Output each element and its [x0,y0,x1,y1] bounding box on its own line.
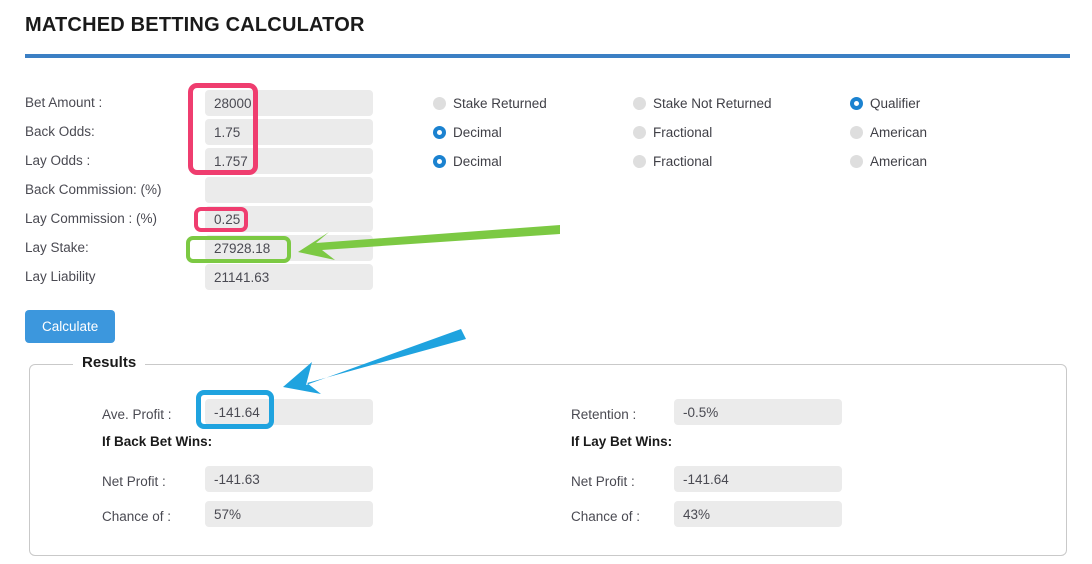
radio-label: American [870,153,928,169]
results-row-lay-net-profit: Net Profit : [571,466,971,501]
results-row-retention: Retention : [571,399,971,434]
label-lay-net-profit: Net Profit : [571,474,635,489]
radio-lay-american[interactable]: American [850,148,927,174]
radio-circle-selected-icon [433,125,446,139]
radio-stake-returned[interactable]: Stake Returned [433,90,547,116]
calculate-button[interactable]: Calculate [25,310,116,343]
back-chance-of-input[interactable] [205,501,373,527]
results-row-ave-profit: Ave. Profit : [102,399,502,434]
radio-label: Stake Returned [453,95,547,111]
form-row-lay-stake: Lay Stake: [25,235,375,264]
matched-betting-calculator-page: MATCHED BETTING CALCULATOR Bet Amount : … [0,0,1092,564]
label-back-chance-of: Chance of : [102,509,172,524]
radio-lay-fractional[interactable]: Fractional [633,148,712,174]
back-odds-input[interactable] [205,119,373,145]
radio-label: Qualifier [870,95,921,111]
retention-input[interactable] [674,399,842,425]
radio-circle-selected-icon [433,154,446,168]
radio-circle-selected-icon [850,96,863,110]
radio-back-fractional[interactable]: Fractional [633,119,712,145]
radio-label: Fractional [653,124,713,140]
label-lay-chance-of: Chance of : [571,509,641,524]
label-retention: Retention : [571,407,637,422]
radio-circle-icon [633,154,646,168]
radio-circle-icon [633,96,646,110]
radio-back-american[interactable]: American [850,119,927,145]
label-back-odds: Back Odds: [25,124,95,139]
form-row-lay-liability: Lay Liability [25,264,375,293]
bet-amount-input[interactable] [205,90,373,116]
radio-lay-decimal[interactable]: Decimal [433,148,502,174]
back-commission-input[interactable] [205,177,373,203]
lay-chance-of-input[interactable] [674,501,842,527]
lay-liability-input[interactable] [205,264,373,290]
form-row-lay-odds: Lay Odds : [25,148,375,177]
lay-net-profit-input[interactable] [674,466,842,492]
label-lay-odds: Lay Odds : [25,153,91,168]
label-bet-amount: Bet Amount : [25,95,103,110]
results-row-back-net-profit: Net Profit : [102,466,502,501]
radio-label: American [870,124,928,140]
radio-qualifier[interactable]: Qualifier [850,90,920,116]
option-row-back-odds-format: Decimal Fractional American [415,119,935,148]
results-column-back: Ave. Profit : If Back Bet Wins: Net Prof… [102,399,502,536]
results-column-lay: Retention : If Lay Bet Wins: Net Profit … [571,399,971,536]
radio-label: Decimal [453,153,502,169]
lay-commission-input[interactable] [205,206,373,232]
results-subhead-row-back: If Back Bet Wins: [102,434,502,466]
option-row-bet-type: Stake Returned Stake Not Returned Qualif… [415,90,935,119]
back-net-profit-input[interactable] [205,466,373,492]
input-form: Bet Amount : Back Odds: Lay Odds : Back … [25,90,375,293]
title-underline-rule [25,54,1070,58]
page-title: MATCHED BETTING CALCULATOR [25,14,365,36]
results-panel: Results Ave. Profit : If Back Bet Wins: … [29,354,1067,556]
subhead-if-lay-bet-wins: If Lay Bet Wins: [571,434,673,449]
options-grid: Stake Returned Stake Not Returned Qualif… [415,90,935,177]
label-lay-liability: Lay Liability [25,269,96,284]
results-legend: Results [73,354,146,371]
radio-circle-icon [433,96,446,110]
radio-circle-icon [850,125,863,139]
results-subhead-row-lay: If Lay Bet Wins: [571,434,971,466]
form-row-bet-amount: Bet Amount : [25,90,375,119]
option-row-lay-odds-format: Decimal Fractional American [415,148,935,177]
label-back-commission: Back Commission: (%) [25,182,162,197]
results-row-back-chance: Chance of : [102,501,502,536]
radio-stake-not-returned[interactable]: Stake Not Returned [633,90,772,116]
label-back-net-profit: Net Profit : [102,474,166,489]
radio-label: Decimal [453,124,502,140]
lay-stake-input[interactable] [205,235,373,261]
form-row-back-odds: Back Odds: [25,119,375,148]
radio-circle-icon [850,154,863,168]
ave-profit-input[interactable] [205,399,373,425]
label-lay-commission: Lay Commission : (%) [25,211,158,226]
radio-circle-icon [633,125,646,139]
radio-label: Stake Not Returned [653,95,772,111]
form-row-lay-commission: Lay Commission : (%) [25,206,375,235]
label-lay-stake: Lay Stake: [25,240,89,255]
radio-label: Fractional [653,153,713,169]
subhead-if-back-bet-wins: If Back Bet Wins: [102,434,213,449]
lay-odds-input[interactable] [205,148,373,174]
radio-back-decimal[interactable]: Decimal [433,119,502,145]
label-ave-profit: Ave. Profit : [102,407,172,422]
results-row-lay-chance: Chance of : [571,501,971,536]
form-row-back-commission: Back Commission: (%) [25,177,375,206]
